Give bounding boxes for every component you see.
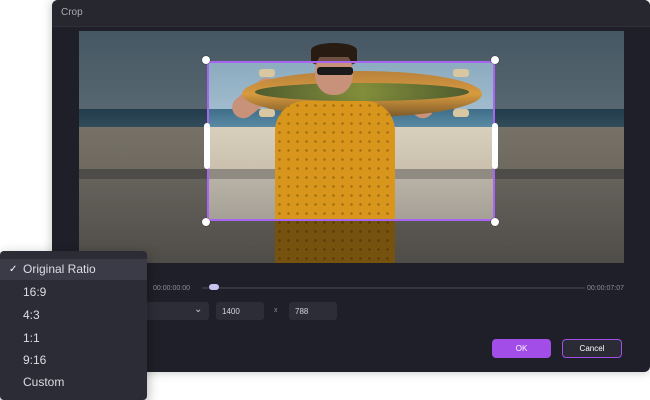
cancel-button[interactable]: Cancel: [562, 339, 622, 358]
current-time: 00:00:00:00: [153, 285, 190, 292]
menu-item-original-ratio[interactable]: ✓ Original Ratio: [0, 259, 147, 280]
crop-mask-left: [79, 31, 207, 263]
total-time: 00:00:07:07: [587, 285, 624, 292]
menu-item-label: 1:1: [23, 331, 40, 345]
chevron-down-icon: ⌄: [194, 304, 203, 315]
menu-item-4-3[interactable]: 4:3: [0, 305, 147, 326]
menu-item-9-16[interactable]: 9:16: [0, 350, 147, 371]
crop-handle-right[interactable]: [492, 123, 498, 169]
video-preview: [79, 31, 624, 263]
crop-handle-top-right[interactable]: [491, 56, 499, 64]
menu-item-1-1[interactable]: 1:1: [0, 328, 147, 349]
crop-mask-bottom: [207, 221, 495, 263]
crop-handle-left[interactable]: [204, 123, 210, 169]
crop-handle-bottom-right[interactable]: [491, 218, 499, 226]
crop-mask-top: [207, 31, 495, 61]
timeline-playhead[interactable]: [209, 284, 219, 290]
menu-item-label: 9:16: [23, 353, 47, 367]
size-separator: x: [274, 307, 278, 314]
crop-frame[interactable]: [207, 61, 495, 221]
crop-handle-bottom-left[interactable]: [202, 218, 210, 226]
check-icon: ✓: [9, 264, 18, 275]
dialog-title: Crop: [61, 7, 83, 18]
title-bar: Crop: [52, 0, 650, 27]
width-input[interactable]: [216, 302, 264, 320]
ok-button[interactable]: OK: [492, 339, 551, 358]
menu-item-label: Custom: [23, 375, 65, 389]
menu-item-label: Original Ratio: [23, 262, 96, 276]
timeline-track[interactable]: [202, 287, 585, 289]
menu-item-custom[interactable]: Custom: [0, 372, 147, 393]
menu-item-16-9[interactable]: 16:9: [0, 282, 147, 303]
crop-handle-top-left[interactable]: [202, 56, 210, 64]
crop-mask-right: [495, 31, 624, 263]
height-input[interactable]: [289, 302, 337, 320]
menu-item-label: 16:9: [23, 285, 47, 299]
menu-item-label: 4:3: [23, 308, 40, 322]
ratio-dropdown-menu: ✓ Original Ratio 16:9 4:3 1:1 9:16 Custo…: [0, 251, 147, 400]
